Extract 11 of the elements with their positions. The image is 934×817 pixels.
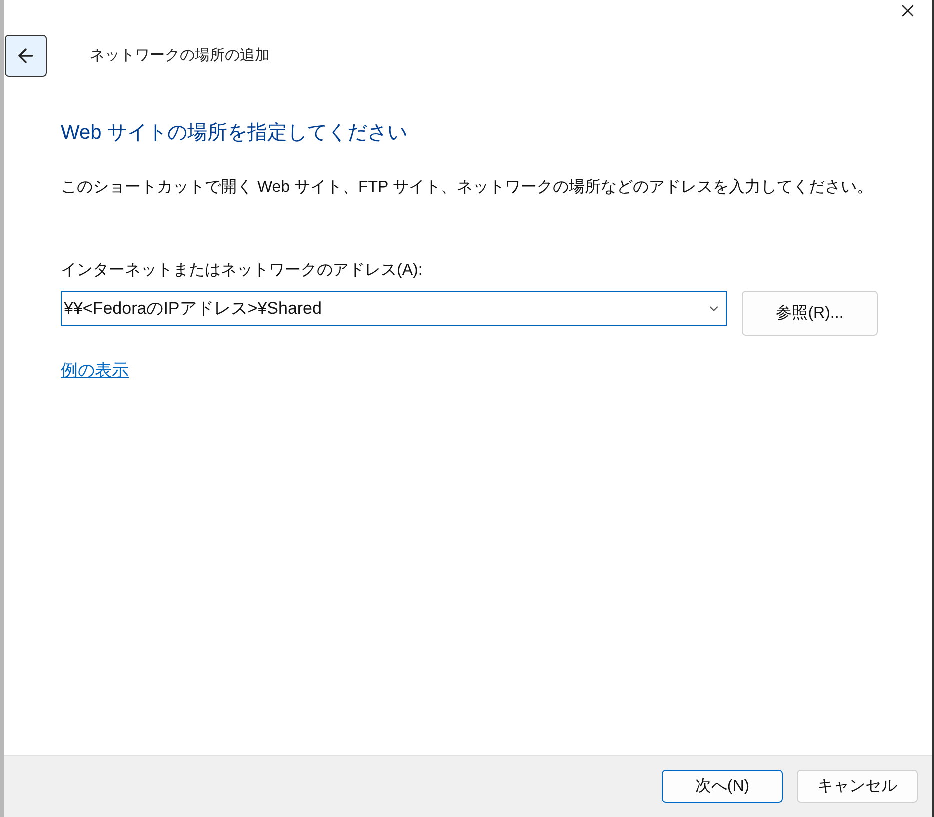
description-text: このショートカットで開く Web サイト、FTP サイト、ネットワークの場所などのアドレスを入力してください。 — [61, 178, 874, 198]
back-button[interactable] — [5, 35, 47, 77]
next-button[interactable]: 次へ(N) — [662, 770, 783, 803]
address-input[interactable]: ¥¥<FedoraのIPアドレス>¥Shared — [64, 296, 707, 322]
window-title: ネットワークの場所の追加 — [90, 46, 270, 66]
page-heading: Web サイトの場所を指定してください — [61, 121, 408, 146]
examples-link[interactable]: 例の表示 — [61, 358, 129, 384]
cancel-button[interactable]: キャンセル — [797, 770, 918, 803]
address-label: インターネットまたはネットワークのアドレス(A): — [61, 261, 424, 281]
address-combobox[interactable]: ¥¥<FedoraのIPアドレス>¥Shared — [61, 291, 727, 326]
browse-button[interactable]: 参照(R)... — [742, 291, 878, 336]
